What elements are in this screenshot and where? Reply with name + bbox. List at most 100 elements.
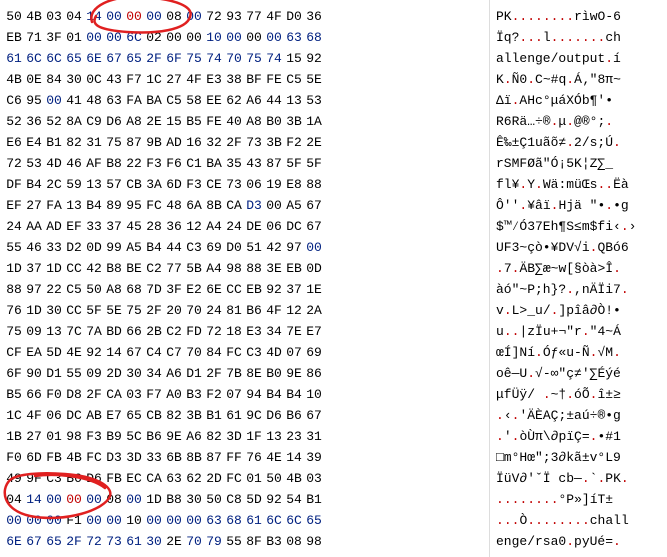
hex-byte[interactable]: B6 xyxy=(144,429,164,444)
hex-byte[interactable]: 67 xyxy=(304,219,324,234)
hex-byte[interactable]: 98 xyxy=(304,534,324,549)
hex-byte[interactable]: 08 xyxy=(104,492,124,507)
hex-byte[interactable]: 77 xyxy=(244,9,264,24)
hex-byte[interactable]: 75 xyxy=(244,51,264,66)
hex-byte[interactable]: 00 xyxy=(304,240,324,255)
hex-byte[interactable]: 14 xyxy=(24,492,44,507)
hex-byte[interactable]: 8E xyxy=(244,366,264,381)
hex-byte[interactable]: B0 xyxy=(264,366,284,381)
hex-byte[interactable]: 2F xyxy=(144,51,164,66)
hex-byte[interactable]: 00 xyxy=(144,9,164,24)
hex-byte[interactable]: D6 xyxy=(104,114,124,129)
hex-byte[interactable]: B4 xyxy=(284,387,304,402)
hex-byte[interactable]: 1F xyxy=(244,429,264,444)
hex-byte[interactable]: 06 xyxy=(244,177,264,192)
hex-byte[interactable]: 9E xyxy=(164,429,184,444)
hex-byte[interactable]: 06 xyxy=(44,408,64,423)
hex-byte[interactable]: 04 xyxy=(64,9,84,24)
hex-byte[interactable]: 97 xyxy=(284,240,304,255)
hex-byte[interactable]: 89 xyxy=(104,198,124,213)
hex-byte[interactable]: D0 xyxy=(224,240,244,255)
hex-byte[interactable]: 1A xyxy=(304,114,324,129)
hex-byte[interactable]: 2E xyxy=(164,534,184,549)
hex-byte[interactable]: 52 xyxy=(4,114,24,129)
hex-byte[interactable]: 33 xyxy=(44,240,64,255)
hex-byte[interactable]: FB xyxy=(44,450,64,465)
hex-byte[interactable]: 6D xyxy=(164,177,184,192)
hex-byte[interactable]: 8B xyxy=(184,450,204,465)
hex-byte[interactable]: 00 xyxy=(264,198,284,213)
hex-byte[interactable]: 13 xyxy=(264,429,284,444)
hex-byte[interactable]: 00 xyxy=(44,492,64,507)
hex-byte[interactable]: 03 xyxy=(304,471,324,486)
hex-byte[interactable]: 01 xyxy=(64,30,84,45)
hex-byte[interactable]: 18 xyxy=(224,324,244,339)
hex-byte[interactable]: 4E xyxy=(264,450,284,465)
hex-byte[interactable]: F6 xyxy=(164,156,184,171)
hex-byte[interactable]: FC xyxy=(224,471,244,486)
hex-byte[interactable]: 51 xyxy=(244,240,264,255)
hex-byte[interactable]: 30 xyxy=(184,492,204,507)
hex-byte[interactable]: 24 xyxy=(224,219,244,234)
hex-byte[interactable]: 00 xyxy=(164,30,184,45)
hex-byte[interactable]: BA xyxy=(204,156,224,171)
hex-byte[interactable]: 04 xyxy=(4,492,24,507)
hex-byte[interactable]: 6C xyxy=(264,513,284,528)
hex-byte[interactable]: E4 xyxy=(24,135,44,150)
hex-byte[interactable]: D3 xyxy=(244,198,264,213)
hex-byte[interactable]: 73 xyxy=(244,135,264,150)
hex-byte[interactable]: C2 xyxy=(144,261,164,276)
hex-byte[interactable]: 68 xyxy=(224,513,244,528)
hex-byte[interactable]: 3A xyxy=(144,177,164,192)
hex-byte[interactable]: A5 xyxy=(284,198,304,213)
hex-byte[interactable]: 10 xyxy=(304,387,324,402)
hex-byte[interactable]: EF xyxy=(4,198,24,213)
hex-byte[interactable]: 00 xyxy=(104,30,124,45)
hex-byte[interactable]: 00 xyxy=(184,9,204,24)
hex-byte[interactable]: 0D xyxy=(304,261,324,276)
hex-byte[interactable]: 8F xyxy=(244,534,264,549)
hex-byte[interactable]: 59 xyxy=(64,177,84,192)
hex-byte[interactable]: 69 xyxy=(304,345,324,360)
ascii-panel[interactable]: PK........rìwO-6Ïq?...l.......challenge/… xyxy=(490,0,667,557)
hex-byte[interactable]: 6F xyxy=(4,366,24,381)
hex-byte[interactable]: B6 xyxy=(284,408,304,423)
hex-byte[interactable]: E7 xyxy=(104,408,124,423)
hex-byte[interactable]: 6C xyxy=(44,51,64,66)
hex-byte[interactable]: 10 xyxy=(204,30,224,45)
hex-byte[interactable]: 6C xyxy=(284,513,304,528)
hex-byte[interactable]: 00 xyxy=(84,30,104,45)
hex-byte[interactable]: F7 xyxy=(124,72,144,87)
hex-byte[interactable]: FC xyxy=(84,450,104,465)
hex-byte[interactable]: 1E xyxy=(304,282,324,297)
hex-byte[interactable]: 00 xyxy=(84,513,104,528)
hex-byte[interactable]: 13 xyxy=(64,198,84,213)
hex-byte[interactable]: 42 xyxy=(264,240,284,255)
hex-byte[interactable]: 54 xyxy=(284,492,304,507)
hex-byte[interactable]: A6 xyxy=(244,93,264,108)
hex-byte[interactable]: 00 xyxy=(164,513,184,528)
hex-byte[interactable]: 28 xyxy=(144,219,164,234)
hex-byte[interactable]: E8 xyxy=(284,177,304,192)
hex-byte[interactable]: 76 xyxy=(4,303,24,318)
hex-byte[interactable]: B9 xyxy=(104,429,124,444)
hex-byte[interactable]: B4 xyxy=(24,177,44,192)
hex-byte[interactable]: 55 xyxy=(64,366,84,381)
hex-byte[interactable]: 14 xyxy=(84,9,104,24)
hex-byte[interactable]: 2A xyxy=(304,303,324,318)
hex-byte[interactable]: 33 xyxy=(84,219,104,234)
hex-byte[interactable]: 3B xyxy=(264,135,284,150)
hex-byte[interactable]: B4 xyxy=(144,240,164,255)
hex-byte[interactable]: 32 xyxy=(204,135,224,150)
hex-byte[interactable]: A6 xyxy=(164,366,184,381)
hex-byte[interactable]: BE xyxy=(124,261,144,276)
hex-byte[interactable]: 12 xyxy=(184,219,204,234)
hex-byte[interactable]: 74 xyxy=(264,51,284,66)
hex-byte[interactable]: 10 xyxy=(124,513,144,528)
hex-byte[interactable]: 1D xyxy=(144,492,164,507)
hex-byte[interactable]: 27 xyxy=(164,72,184,87)
hex-byte[interactable]: 30 xyxy=(44,303,64,318)
hex-byte[interactable]: 1D xyxy=(44,261,64,276)
hex-byte[interactable]: 86 xyxy=(304,366,324,381)
hex-byte[interactable]: D1 xyxy=(184,366,204,381)
